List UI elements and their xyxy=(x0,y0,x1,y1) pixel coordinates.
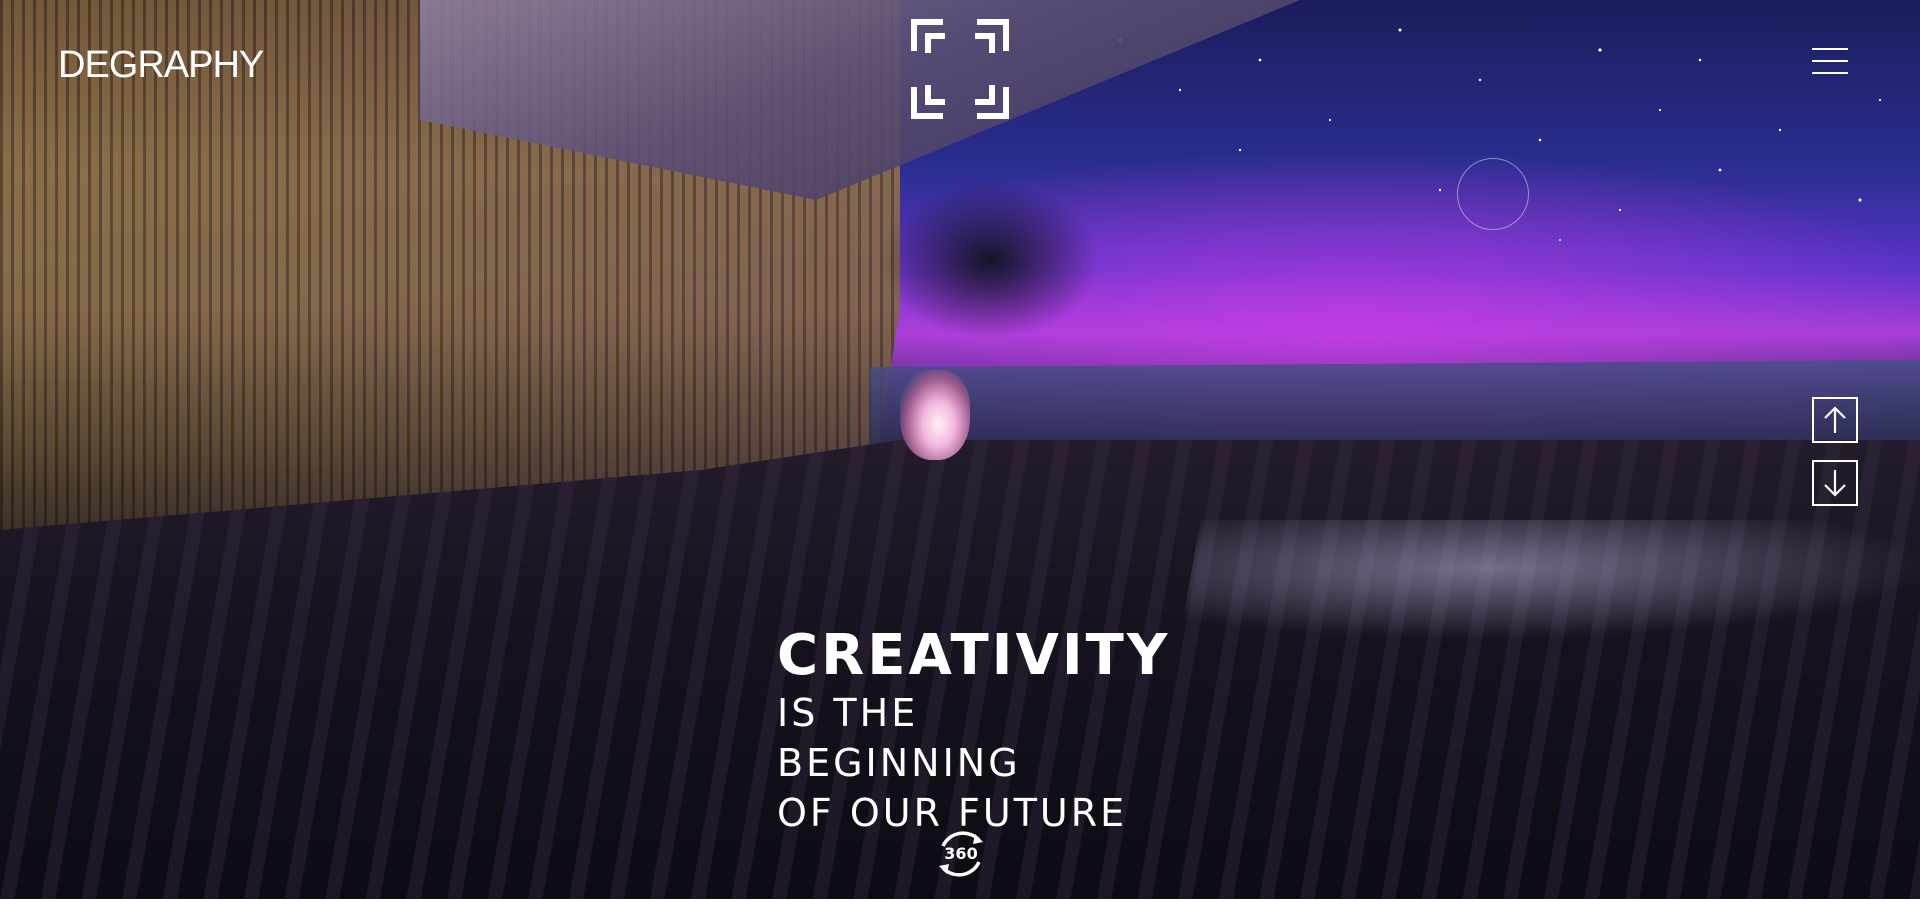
headline-line-1: IS THE BEGINNING xyxy=(777,691,1021,785)
badge-label: 360 xyxy=(944,844,978,863)
hero-headline: CREATIVITY IS THE BEGINNING OF OUR FUTUR… xyxy=(760,623,1171,838)
fullscreen-brackets-icon[interactable] xyxy=(910,18,1010,120)
arrow-up-icon xyxy=(1824,406,1846,433)
puddle-reflection xyxy=(1179,520,1920,640)
courtyard-wall xyxy=(870,360,1920,450)
arrow-down-icon xyxy=(1824,470,1846,497)
glowing-vase xyxy=(900,370,970,460)
tree-silhouette xyxy=(880,180,1100,340)
cursor-ring xyxy=(1457,158,1529,230)
view-360-button[interactable]: 360 xyxy=(933,826,989,882)
headline-title: CREATIVITY xyxy=(777,623,1171,688)
scroll-up-button[interactable] xyxy=(1812,397,1858,443)
scroll-down-button[interactable] xyxy=(1812,460,1858,506)
site-logo[interactable]: DEGRAPHY xyxy=(58,44,264,87)
panorama-background[interactable]: DEGRAPHY CREATIVITY IS THE BEGINNING OF … xyxy=(0,0,1920,902)
hamburger-menu-icon[interactable] xyxy=(1810,46,1850,80)
